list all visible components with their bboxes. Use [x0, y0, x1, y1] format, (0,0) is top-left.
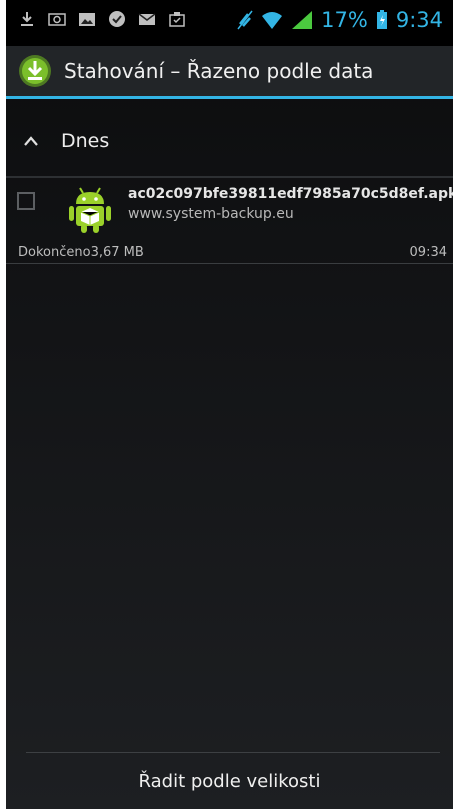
download-icon [21, 12, 33, 26]
download-filename: ac02c097bfe39811edf7985a70c5d8ef.apk [128, 186, 453, 202]
download-time: 09:34 [409, 245, 447, 260]
select-checkbox[interactable] [17, 192, 35, 210]
file-size: 3,67 MB [90, 245, 144, 260]
sync-icon [109, 11, 125, 27]
clipboard-icon [169, 12, 185, 27]
status-bar: 17% 9:34 [6, 0, 453, 46]
screenshot-icon [48, 13, 66, 26]
system-icons: 17% 9:34 [237, 8, 443, 32]
battery-icon [376, 10, 387, 29]
downloads-app-icon[interactable] [18, 54, 52, 88]
download-source: www.system-backup.eu [128, 206, 294, 222]
gallery-icon [79, 13, 95, 26]
android-package-icon [69, 187, 111, 233]
clock: 9:34 [395, 8, 443, 32]
chevron-up-icon[interactable] [23, 135, 39, 147]
battery-percentage: 17% [321, 8, 368, 32]
section-header-today[interactable]: Dnes [6, 118, 453, 164]
notification-icons [18, 10, 186, 28]
mail-icon [138, 13, 156, 25]
sort-by-size-button[interactable]: Řadit podle velikosti [6, 753, 453, 809]
phone-screen: 17% 9:34 Stahování – Řazeno podle data D… [6, 0, 453, 809]
download-status: Dokončeno3,67 MB [18, 245, 144, 260]
mute-icon [237, 10, 253, 30]
download-item[interactable]: ac02c097bfe39811edf7985a70c5d8ef.apk www… [6, 178, 453, 264]
signal-icon [292, 11, 313, 29]
action-bar: Stahování – Řazeno podle data [6, 46, 453, 99]
status-text: Dokončeno [18, 245, 91, 260]
section-title: Dnes [61, 130, 110, 152]
item-divider [6, 263, 453, 264]
wifi-icon [262, 12, 283, 29]
page-title: Stahování – Řazeno podle data [64, 59, 374, 83]
